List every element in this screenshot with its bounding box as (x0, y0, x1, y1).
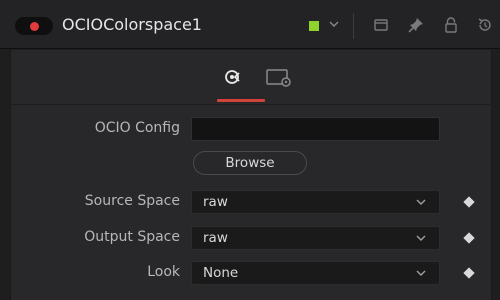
source-space-label: Source Space (84, 193, 180, 209)
look-value: None (203, 265, 239, 281)
tabs-divider (10, 104, 490, 105)
node-header: OCIOColorspace1 (0, 0, 500, 49)
header-divider (353, 13, 354, 39)
node-title[interactable]: OCIOColorspace1 (62, 15, 202, 34)
node-color-swatch[interactable] (309, 21, 319, 31)
chevron-down-icon[interactable] (327, 16, 341, 32)
colorspace-icon[interactable] (222, 66, 244, 100)
ocio-config-label: OCIO Config (94, 120, 180, 136)
reset-icon[interactable] (476, 16, 494, 34)
lock-icon[interactable] (442, 16, 460, 34)
output-space-label: Output Space (84, 229, 180, 245)
source-space-dropdown[interactable]: raw (191, 190, 440, 214)
chevron-down-icon (416, 235, 426, 241)
window-icon[interactable] (372, 16, 390, 34)
settings-icon[interactable] (265, 66, 297, 100)
enable-indicator (30, 22, 39, 31)
source-space-value: raw (203, 194, 228, 210)
output-space-dropdown[interactable]: raw (191, 226, 440, 250)
ocio-config-field[interactable] (191, 117, 440, 141)
node-enable-toggle[interactable] (15, 17, 53, 35)
browse-button[interactable]: Browse (193, 151, 307, 175)
chevron-down-icon (416, 199, 426, 205)
chevron-down-icon (416, 270, 426, 276)
active-tab-indicator (217, 99, 265, 102)
pin-icon[interactable] (407, 16, 425, 34)
look-label: Look (147, 264, 180, 280)
look-dropdown[interactable]: None (191, 261, 440, 285)
output-space-value: raw (203, 230, 228, 246)
